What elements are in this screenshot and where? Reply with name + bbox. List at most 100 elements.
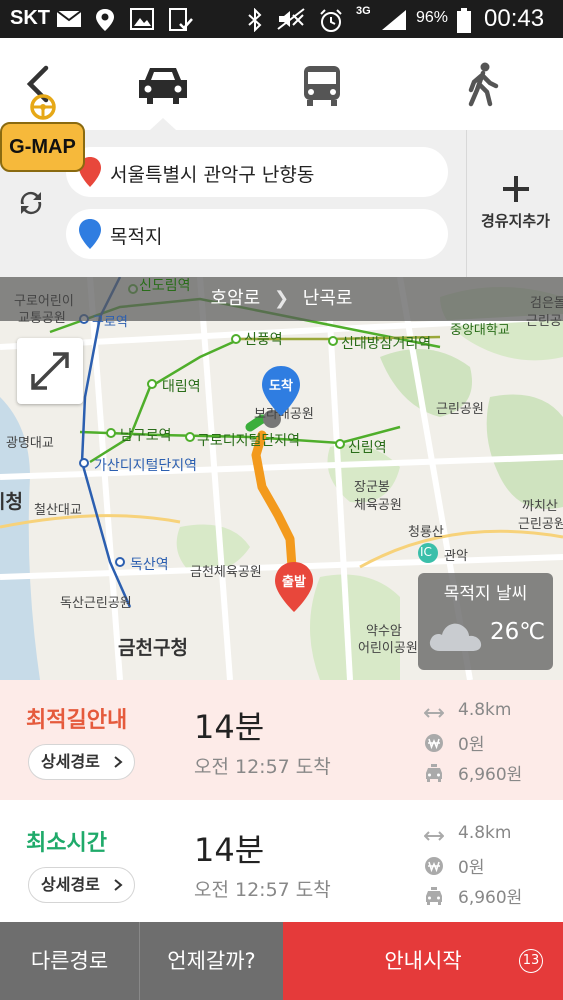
- map-label: 까치산: [522, 499, 558, 514]
- route-detail-button[interactable]: 상세경로: [28, 867, 135, 903]
- map-label: 관악: [444, 549, 468, 564]
- map-label: 체육공원: [354, 498, 402, 513]
- departure-marker[interactable]: 출발: [274, 561, 314, 613]
- map-label: 신대방삼거리역: [341, 336, 432, 352]
- won-icon: [425, 857, 443, 875]
- destination-weather-panel[interactable]: 목적지 날씨 26℃: [418, 573, 553, 670]
- countdown-badge: 13: [519, 949, 543, 973]
- bluetooth-icon: [248, 8, 262, 32]
- battery-icon: [457, 8, 471, 33]
- map-label: 교통공원: [18, 311, 66, 326]
- map-label: 구로역: [92, 315, 128, 330]
- departure-marker-label: 출발: [282, 575, 306, 590]
- map-label: 근린공: [526, 314, 562, 329]
- arrival-marker-label: 도착: [269, 379, 293, 394]
- expand-icon: [31, 352, 69, 390]
- map-label: 금천구청: [118, 637, 188, 659]
- map-label: 신풍역: [244, 332, 283, 348]
- clock: 00:43: [484, 5, 545, 32]
- map-label: 철산대교: [34, 503, 82, 518]
- current-road: 호암로: [210, 288, 261, 309]
- road-chevron-icon: ❯: [273, 288, 290, 309]
- map-label: 광명대교: [6, 436, 54, 451]
- carrier-label: SKT: [10, 7, 50, 29]
- bus-icon[interactable]: [292, 60, 352, 110]
- when-to-go-button[interactable]: 언제갈까?: [140, 922, 283, 1000]
- route-option-best[interactable]: 최적길안내 상세경로 14분 오전 12:57 도착 4.8km 0원 6,96…: [0, 680, 563, 800]
- route-arrival: 오전 12:57 도착: [194, 879, 331, 901]
- route-duration: 14분: [194, 708, 265, 746]
- selected-mode-pointer: [150, 118, 176, 130]
- route-name: 최적길안내: [26, 708, 128, 733]
- bottom-action-bar: 다른경로 언제갈까? 안내시작 13: [0, 922, 563, 1000]
- weather-temperature: 26℃: [490, 619, 546, 645]
- battery-percent: 96%: [416, 9, 449, 26]
- taxi-icon: [426, 764, 442, 782]
- walk-icon[interactable]: [452, 60, 512, 110]
- distance-icon: [424, 831, 444, 841]
- chevron-right-icon: [114, 756, 123, 768]
- start-guidance-button[interactable]: 안내시작 13: [283, 922, 563, 1000]
- toll-value: 0원: [458, 735, 485, 755]
- map-label: 근린공원: [436, 402, 484, 417]
- map-label: 남구로역: [120, 428, 172, 444]
- gallery-icon: [130, 8, 154, 30]
- destination-field[interactable]: 목적지: [66, 209, 448, 259]
- mute-icon: [277, 8, 305, 30]
- map-label: 금천체육공원: [190, 565, 262, 580]
- mail-icon: [56, 10, 82, 27]
- distance-value: 4.8km: [458, 700, 512, 720]
- map-label: 독산근린공원: [60, 596, 132, 611]
- start-guidance-label: 안내시작: [384, 949, 462, 973]
- distance-icon: [424, 708, 444, 718]
- map-label: 중앙대학교: [450, 323, 510, 338]
- taxi-fare-value: 6,960원: [458, 888, 523, 908]
- map-label: 어린이공원: [358, 641, 418, 656]
- route-option-fastest[interactable]: 최소시간 상세경로 14분 오전 12:57 도착 4.8km 0원 6,960…: [0, 803, 563, 923]
- route-detail-label: 상세경로: [41, 875, 100, 894]
- map-label: 시청: [0, 491, 23, 513]
- transport-mode-bar: [0, 38, 563, 130]
- map-label: 구로디지털단지역: [197, 433, 301, 449]
- distance-value: 4.8km: [458, 823, 512, 843]
- other-route-button[interactable]: 다른경로: [0, 922, 140, 1000]
- weather-title: 목적지 날씨: [443, 584, 528, 604]
- won-icon: [425, 734, 443, 752]
- map-label: 신도림역: [139, 278, 191, 294]
- route-detail-button[interactable]: 상세경로: [28, 744, 135, 780]
- map-label: 장군봉: [354, 480, 390, 495]
- gmap-label: G-MAP: [0, 122, 85, 172]
- route-map[interactable]: 호암로 ❯ 난곡로 신도림역 구로어린이 교통공원 구로역 신풍역 신대방삼거리…: [0, 277, 563, 680]
- origin-field[interactable]: 서울특별시 관악구 난향동: [66, 147, 448, 197]
- network-type: 3G: [356, 5, 371, 17]
- location-icon: [96, 9, 114, 31]
- map-label: 청룡산: [408, 525, 444, 540]
- route-duration: 14분: [194, 831, 265, 869]
- status-bar: SKT 3G 96% 00:43: [0, 0, 563, 38]
- chevron-right-icon: [114, 879, 123, 891]
- route-name: 최소시간: [26, 831, 107, 856]
- signal-icon: [382, 10, 406, 30]
- map-label: 가산디지털단지역: [94, 458, 198, 474]
- map-label: 근린공원: [518, 517, 563, 532]
- route-arrival: 오전 12:57 도착: [194, 756, 331, 778]
- task-icon: [169, 8, 193, 31]
- map-label: 신림역: [348, 440, 387, 456]
- map-label: 대림역: [162, 379, 201, 395]
- expand-map-button[interactable]: [17, 338, 83, 404]
- alarm-icon: [320, 9, 342, 32]
- next-road: 난곡로: [302, 288, 353, 309]
- map-label: 검은돌: [530, 296, 563, 311]
- road-guide-bar: 호암로 ❯ 난곡로: [0, 277, 563, 321]
- destination-pin-icon: [79, 219, 101, 249]
- arrival-marker[interactable]: 도착: [261, 365, 301, 417]
- car-icon[interactable]: [133, 60, 193, 110]
- destination-text: 목적지: [110, 226, 163, 248]
- add-waypoint-label: 경유지추가: [480, 212, 550, 230]
- plus-icon: [503, 176, 529, 202]
- swap-icon[interactable]: [16, 188, 46, 218]
- origin-text: 서울특별시 관악구 난향동: [110, 164, 315, 186]
- cloud-icon: [429, 623, 482, 651]
- add-waypoint-button[interactable]: 경유지추가: [466, 130, 563, 277]
- route-detail-label: 상세경로: [41, 752, 100, 771]
